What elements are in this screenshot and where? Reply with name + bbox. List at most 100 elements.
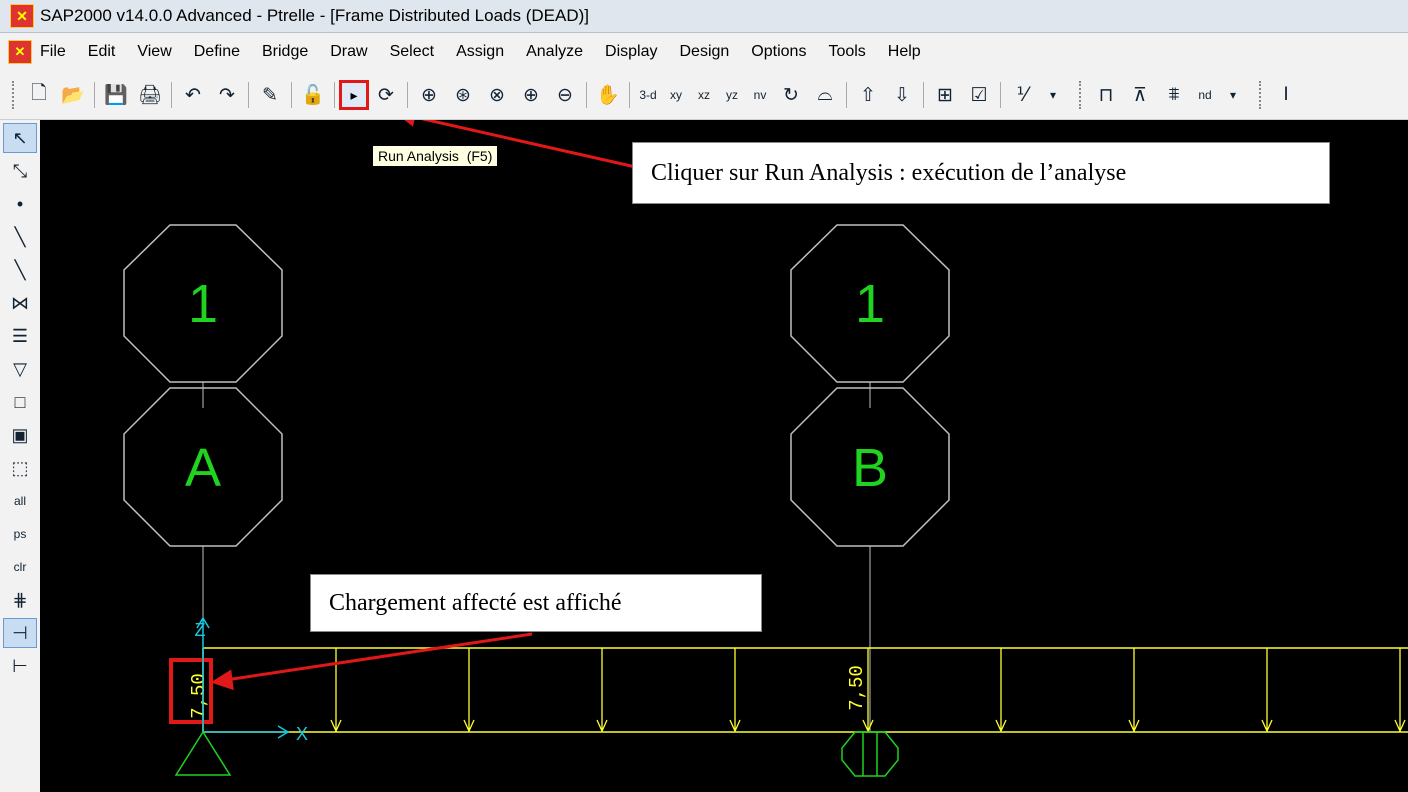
snap-ends-icon[interactable]: ⊢ bbox=[3, 651, 37, 681]
rotate-3d-icon[interactable]: ↻ bbox=[778, 81, 804, 109]
draw-frame-icon[interactable]: ╲ bbox=[3, 222, 37, 252]
show-checkbox-icon[interactable]: ☑ bbox=[966, 81, 992, 109]
perspective-icon[interactable]: ⌓ bbox=[812, 81, 838, 109]
load-value-label-left: 7,50 bbox=[188, 673, 210, 719]
view-xz-button[interactable]: xz bbox=[694, 81, 714, 109]
load-arrow bbox=[463, 648, 475, 733]
quick-draw-frame-icon[interactable]: ╲ bbox=[3, 255, 37, 285]
menu-view[interactable]: View bbox=[137, 43, 171, 61]
print-icon[interactable]: 🖨 bbox=[137, 81, 163, 109]
clear-selection-button[interactable]: clr bbox=[3, 552, 37, 582]
menu-analyze[interactable]: Analyze bbox=[526, 43, 583, 61]
pan-icon[interactable]: ✋ bbox=[595, 81, 621, 109]
grid-label-1-right: 1 bbox=[855, 274, 885, 334]
menu-draw[interactable]: Draw bbox=[330, 43, 367, 61]
load-arrows bbox=[330, 648, 1406, 733]
zoom-out-icon[interactable]: ⊖ bbox=[552, 81, 578, 109]
pinned-support bbox=[174, 730, 232, 776]
toolbar-separator bbox=[291, 82, 292, 108]
main-toolbar: 🗋 📂 💾 🖨 ↶ ↷ ✎ 🔓 ▸ ⟳ ⊕ ⊛ ⊗ ⊕ ⊖ ✋ 3-d xy x… bbox=[0, 71, 1408, 120]
zoom-in-icon[interactable]: ⊕ bbox=[518, 81, 544, 109]
draw-rect-area-icon[interactable]: □ bbox=[3, 387, 37, 417]
lock-icon[interactable]: 🔓 bbox=[300, 81, 326, 109]
draw-joint-icon[interactable]: • bbox=[3, 189, 37, 219]
load-arrow bbox=[1394, 648, 1406, 733]
menu-select[interactable]: Select bbox=[390, 43, 434, 61]
toolbar-separator bbox=[407, 82, 408, 108]
toolbar-grip[interactable] bbox=[1259, 81, 1265, 109]
left-toolbar: ↖ ⤡ • ╲ ╲ ⋈ ☰ ▽ □ ▣ ⬚ all ps clr ⋕ ⊣ ⊢ bbox=[0, 120, 41, 792]
units-icon[interactable]: ⅟ bbox=[1009, 81, 1035, 109]
display-options-icon[interactable]: ⊞ bbox=[932, 81, 958, 109]
draw-solid-icon[interactable]: ⬚ bbox=[3, 453, 37, 483]
sap2000-logo-icon: ✕ bbox=[10, 4, 34, 28]
load-arrow bbox=[1128, 648, 1140, 733]
toolbar-separator bbox=[248, 82, 249, 108]
axis-z-label: Z bbox=[195, 620, 206, 640]
view-yz-button[interactable]: yz bbox=[722, 81, 742, 109]
callout-run-analysis: Cliquer sur Run Analysis : exécution de … bbox=[632, 142, 1330, 204]
toolbar-separator bbox=[586, 82, 587, 108]
truss-icon[interactable]: ⊼ bbox=[1127, 81, 1153, 109]
new-file-icon[interactable]: 🗋 bbox=[26, 81, 52, 109]
pointer-icon[interactable]: ↖ bbox=[3, 123, 37, 153]
frame-icon[interactable]: ⊓ bbox=[1093, 81, 1119, 109]
nd-dropdown[interactable]: nd bbox=[1195, 81, 1215, 109]
toolbar-grip[interactable] bbox=[12, 81, 18, 109]
previous-selection-button[interactable]: ps bbox=[3, 519, 37, 549]
toolbar-separator bbox=[629, 82, 630, 108]
menu-options[interactable]: Options bbox=[751, 43, 806, 61]
model-drawing: 1 A 1 B 7,50 7,50 Z X bbox=[123, 120, 1408, 777]
snap-icon[interactable]: ⊣ bbox=[3, 618, 37, 648]
view-nv-button[interactable]: nv bbox=[750, 81, 770, 109]
toolbar-dropdown-icon[interactable]: ▾ bbox=[1043, 81, 1063, 109]
load-arrow bbox=[330, 648, 342, 733]
grid-label-b: B bbox=[852, 438, 888, 498]
zoom-window-icon[interactable]: ⊕ bbox=[416, 81, 442, 109]
view-xy-button[interactable]: xy bbox=[666, 81, 686, 109]
quick-draw-area-icon[interactable]: ▣ bbox=[3, 420, 37, 450]
draw-poly-area-icon[interactable]: ▽ bbox=[3, 354, 37, 384]
menu-tools[interactable]: Tools bbox=[828, 43, 865, 61]
toolbar-grip[interactable] bbox=[1079, 81, 1085, 109]
load-arrow bbox=[1261, 648, 1273, 733]
section-icon[interactable]: I bbox=[1273, 81, 1299, 109]
move-down-icon[interactable]: ⇩ bbox=[889, 81, 915, 109]
callout-run-analysis-text: Cliquer sur Run Analysis : exécution de … bbox=[651, 159, 1127, 186]
run-analysis-button[interactable]: ▸ bbox=[339, 80, 369, 110]
zoom-previous-icon[interactable]: ⊗ bbox=[484, 81, 510, 109]
bridge-icon[interactable]: ⩨ bbox=[1161, 81, 1187, 109]
intersect-select-icon[interactable]: ⋕ bbox=[3, 585, 37, 615]
menu-help[interactable]: Help bbox=[888, 43, 921, 61]
menu-define[interactable]: Define bbox=[194, 43, 240, 61]
zoom-restore-icon[interactable]: ⊛ bbox=[450, 81, 476, 109]
menu-file[interactable]: File bbox=[40, 43, 66, 61]
draw-secondary-beams-icon[interactable]: ☰ bbox=[3, 321, 37, 351]
view-3d-button[interactable]: 3-d bbox=[638, 81, 658, 109]
document-icon[interactable]: ✕ bbox=[8, 40, 32, 64]
menu-assign[interactable]: Assign bbox=[456, 43, 504, 61]
move-up-icon[interactable]: ⇧ bbox=[855, 81, 881, 109]
roller-support bbox=[841, 731, 899, 777]
toolbar-separator bbox=[171, 82, 172, 108]
draw-braces-icon[interactable]: ⋈ bbox=[3, 288, 37, 318]
toolbar-dropdown-icon[interactable]: ▾ bbox=[1223, 81, 1243, 109]
model-canvas[interactable]: 1 A 1 B 7,50 7,50 Z X bbox=[40, 120, 1408, 792]
menu-bridge[interactable]: Bridge bbox=[262, 43, 308, 61]
menu-design[interactable]: Design bbox=[679, 43, 729, 61]
menu-display[interactable]: Display bbox=[605, 43, 657, 61]
save-icon[interactable]: 💾 bbox=[103, 81, 129, 109]
select-all-button[interactable]: all bbox=[3, 486, 37, 516]
run-now-icon[interactable]: ⟳ bbox=[373, 81, 399, 109]
callout-load-displayed: Chargement affecté est affiché bbox=[310, 574, 762, 632]
toolbar-separator bbox=[94, 82, 95, 108]
undo-icon[interactable]: ↶ bbox=[180, 81, 206, 109]
menu-edit[interactable]: Edit bbox=[88, 43, 116, 61]
grid-label-1-left: 1 bbox=[188, 274, 218, 334]
open-file-icon[interactable]: 📂 bbox=[60, 81, 86, 109]
pencil-icon[interactable]: ✎ bbox=[257, 81, 283, 109]
reshape-icon[interactable]: ⤡ bbox=[3, 156, 37, 186]
redo-icon[interactable]: ↷ bbox=[214, 81, 240, 109]
load-arrow bbox=[995, 648, 1007, 733]
menu-bar: ✕ File Edit View Define Bridge Draw Sele… bbox=[0, 33, 1408, 71]
